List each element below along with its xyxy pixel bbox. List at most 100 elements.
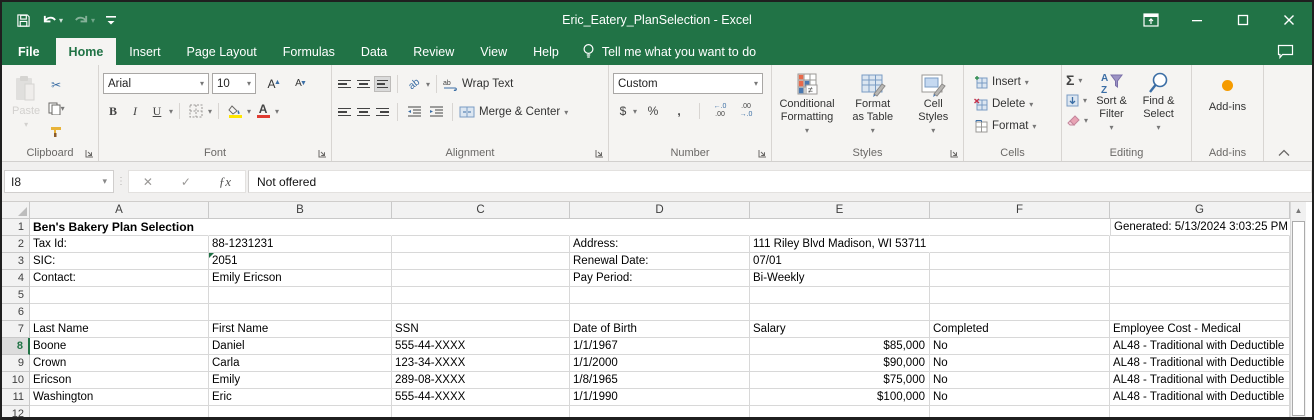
underline-dropdown-icon[interactable]: ▾ <box>169 107 173 116</box>
tab-file[interactable]: File <box>2 38 56 65</box>
paste-button[interactable]: Paste ▾ <box>6 69 46 131</box>
cell-C4[interactable] <box>392 270 570 287</box>
cell-F7[interactable]: Completed <box>930 321 1110 338</box>
tab-data[interactable]: Data <box>348 38 400 65</box>
cell-G5[interactable] <box>1110 287 1290 304</box>
scroll-up-icon[interactable]: ▲ <box>1291 202 1306 219</box>
column-header-E[interactable]: E <box>750 202 930 219</box>
cell-G1[interactable]: Generated: 5/13/2024 3:03:25 PM <box>1110 219 1290 236</box>
undo-dropdown-icon[interactable]: ▾ <box>59 16 63 25</box>
cell-D4[interactable]: Pay Period: <box>570 270 750 287</box>
merge-center-button[interactable]: Merge & Center ▾ <box>459 101 568 123</box>
cell-B11[interactable]: Eric <box>209 389 392 406</box>
cell-F11[interactable]: No <box>930 389 1110 406</box>
customize-qat-icon[interactable] <box>105 14 117 26</box>
cell-A9[interactable]: Crown <box>30 355 209 372</box>
cell-D9[interactable]: 1/1/2000 <box>570 355 750 372</box>
cell-C6[interactable] <box>392 304 570 321</box>
cell-E3[interactable]: 07/01 <box>750 253 930 270</box>
tab-view[interactable]: View <box>467 38 520 65</box>
bold-button[interactable]: B <box>103 101 123 121</box>
row-header-4[interactable]: 4 <box>2 270 30 287</box>
cell-A1[interactable]: Ben's Bakery Plan Selection <box>30 219 209 236</box>
delete-cells-button[interactable]: Delete ▾ <box>974 93 1057 115</box>
orientation-icon[interactable]: ab <box>400 70 428 98</box>
column-header-D[interactable]: D <box>570 202 750 219</box>
cell-E9[interactable]: $90,000 <box>750 355 930 372</box>
clipboard-dialog-launcher-icon[interactable] <box>85 149 94 158</box>
number-format-combo[interactable]: Custom ▾ <box>613 73 763 94</box>
tab-help[interactable]: Help <box>520 38 572 65</box>
cell-G11[interactable]: AL48 - Traditional with Deductible <box>1110 389 1290 406</box>
format-painter-icon[interactable] <box>46 121 66 141</box>
conditional-formatting-button[interactable]: ≠ Conditional Formatting ▾ <box>776 69 838 137</box>
cell-F4[interactable] <box>930 270 1110 287</box>
cell-B9[interactable]: Carla <box>209 355 392 372</box>
cell-A2[interactable]: Tax Id: <box>30 236 209 253</box>
increase-indent-icon[interactable] <box>426 102 446 122</box>
cell-D7[interactable]: Date of Birth <box>570 321 750 338</box>
cell-B3[interactable]: 2051 <box>209 253 392 270</box>
cell-E10[interactable]: $75,000 <box>750 372 930 389</box>
cell-E12[interactable] <box>750 406 930 417</box>
borders-icon[interactable] <box>186 101 206 121</box>
maximize-button[interactable] <box>1220 2 1266 38</box>
cell-A6[interactable] <box>30 304 209 321</box>
scrollbar-thumb[interactable] <box>1292 221 1305 416</box>
collapse-ribbon-icon[interactable] <box>1278 149 1290 157</box>
cell-D6[interactable] <box>570 304 750 321</box>
tab-formulas[interactable]: Formulas <box>270 38 348 65</box>
cell-D3[interactable]: Renewal Date: <box>570 253 750 270</box>
cell-C5[interactable] <box>392 287 570 304</box>
cell-G7[interactable]: Employee Cost - Medical <box>1110 321 1290 338</box>
cell-C7[interactable]: SSN <box>392 321 570 338</box>
cell-E5[interactable] <box>750 287 930 304</box>
cell-C11[interactable]: 555-44-XXXX <box>392 389 570 406</box>
clear-button[interactable]: ▾ <box>1066 111 1088 129</box>
column-header-C[interactable]: C <box>392 202 570 219</box>
cell-G2[interactable] <box>1110 236 1290 253</box>
cell-E7[interactable]: Salary <box>750 321 930 338</box>
vertical-scrollbar[interactable]: ▲ <box>1290 202 1306 417</box>
cell-G10[interactable]: AL48 - Traditional with Deductible <box>1110 372 1290 389</box>
insert-function-icon[interactable]: ƒx <box>219 174 231 190</box>
save-icon[interactable] <box>16 13 31 28</box>
cell-G9[interactable]: AL48 - Traditional with Deductible <box>1110 355 1290 372</box>
row-header-9[interactable]: 9 <box>2 355 30 372</box>
undo-button[interactable]: ▾ <box>41 13 63 28</box>
cell-G4[interactable] <box>1110 270 1290 287</box>
cell-F6[interactable] <box>930 304 1110 321</box>
minimize-button[interactable] <box>1174 2 1220 38</box>
cell-C8[interactable]: 555-44-XXXX <box>392 338 570 355</box>
sort-filter-button[interactable]: AZ Sort & Filter ▾ <box>1088 69 1135 134</box>
row-header-5[interactable]: 5 <box>2 287 30 304</box>
cell-A4[interactable]: Contact: <box>30 270 209 287</box>
cell-F12[interactable] <box>930 406 1110 417</box>
redo-button[interactable]: ▾ <box>73 13 95 28</box>
increase-decimal-icon[interactable]: ←.0.00 <box>710 101 730 121</box>
row-header-8[interactable]: 8 <box>2 338 30 355</box>
fill-color-dropdown-icon[interactable]: ▾ <box>247 107 251 116</box>
row-header-7[interactable]: 7 <box>2 321 30 338</box>
cell-B5[interactable] <box>209 287 392 304</box>
insert-cells-button[interactable]: Insert ▾ <box>974 71 1057 93</box>
cell-D8[interactable]: 1/1/1967 <box>570 338 750 355</box>
cell-F3[interactable] <box>930 253 1110 270</box>
copy-icon[interactable]: ▾ <box>46 98 66 118</box>
format-as-table-button[interactable]: Format as Table ▾ <box>842 69 903 137</box>
cell-D1[interactable] <box>570 219 750 236</box>
top-align-icon[interactable] <box>336 76 353 92</box>
row-header-10[interactable]: 10 <box>2 372 30 389</box>
find-select-button[interactable]: Find & Select ▾ <box>1135 69 1182 134</box>
cell-F2[interactable] <box>930 236 1110 253</box>
cell-C10[interactable]: 289-08-XXXX <box>392 372 570 389</box>
cell-B10[interactable]: Emily <box>209 372 392 389</box>
column-header-G[interactable]: G <box>1110 202 1290 219</box>
comment-icon[interactable] <box>1277 44 1294 59</box>
comma-style-icon[interactable]: , <box>669 101 689 121</box>
cell-B8[interactable]: Daniel <box>209 338 392 355</box>
align-center-icon[interactable] <box>355 104 372 120</box>
accounting-format-dropdown-icon[interactable]: ▾ <box>633 107 637 116</box>
autosum-button[interactable]: Σ ▾ <box>1066 71 1088 89</box>
redo-dropdown-icon[interactable]: ▾ <box>91 16 95 25</box>
